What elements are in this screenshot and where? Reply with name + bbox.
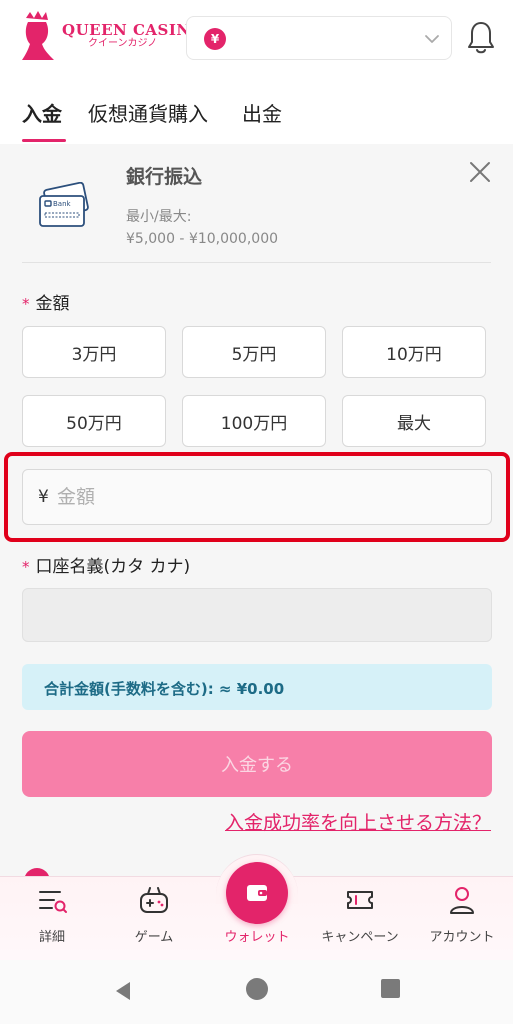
amount-input-field[interactable]: ¥ [22, 469, 492, 525]
gamepad-icon [140, 887, 168, 913]
recent-apps-icon[interactable] [381, 979, 400, 998]
bank-icon-text: Bank [53, 200, 72, 208]
nav-wallet-label: ウォレット [224, 930, 290, 945]
nav-games[interactable]: ゲーム [104, 884, 204, 945]
yen-prefix: ¥ [38, 487, 49, 507]
close-icon[interactable] [468, 160, 492, 184]
deposit-submit-button[interactable]: 入金する [22, 731, 492, 797]
currency-select[interactable]: ¥ [186, 16, 452, 60]
back-icon[interactable] [112, 980, 134, 1002]
payment-tabs: 入金 仮想通貨購入 出金 [0, 78, 513, 144]
preset-max-button[interactable]: 最大 [342, 395, 486, 447]
active-tab-indicator [22, 139, 66, 142]
payment-method-panel: Bank 銀行振込 最小/最大: ¥5,000 - ¥10,000,000 [0, 144, 513, 264]
nav-account[interactable]: アカウント [412, 884, 512, 945]
preset-50k-button[interactable]: 5万円 [182, 326, 326, 378]
divider [22, 262, 491, 263]
nav-account-label: アカウント [429, 930, 495, 945]
tab-deposit[interactable]: 入金 [22, 98, 62, 127]
account-name-input[interactable] [22, 588, 492, 642]
required-mark: * [22, 558, 30, 576]
nav-details-label: 詳細 [38, 930, 65, 945]
menu-search-icon [39, 891, 67, 913]
ticket-icon [347, 891, 373, 909]
bell-icon[interactable] [466, 20, 496, 56]
nav-wallet[interactable]: ウォレット [207, 884, 307, 945]
nav-details[interactable]: 詳細 [2, 884, 102, 945]
preset-100k-button[interactable]: 10万円 [342, 326, 486, 378]
nav-games-label: ゲーム [134, 930, 174, 945]
amount-label: * 金額 [22, 289, 70, 314]
total-amount-bar: 合計金額(手数料を含む): ≈ ¥0.00 [22, 664, 492, 710]
tab-withdraw[interactable]: 出金 [242, 98, 282, 127]
home-icon[interactable] [246, 978, 268, 1000]
method-title: 銀行振込 [126, 166, 203, 188]
limits-label: 最小/最大: [126, 209, 192, 225]
account-name-label-text: 口座名義(カタ カナ) [35, 557, 191, 577]
nav-campaign[interactable]: キャンペーン [310, 884, 410, 945]
queen-crown-icon [22, 11, 54, 60]
help-link[interactable]: 入金成功率を向上させる方法？ [225, 808, 491, 835]
app-header: QUEEN CASINO クイーンカジノ ¥ [0, 0, 513, 78]
logo-text-en: QUEEN CASINO [62, 21, 205, 39]
preset-1m-button[interactable]: 100万円 [182, 395, 326, 447]
tab-crypto-purchase[interactable]: 仮想通貨購入 [88, 98, 208, 127]
preset-500k-button[interactable]: 50万円 [22, 395, 166, 447]
amount-label-text: 金額 [35, 294, 70, 314]
yen-currency-icon: ¥ [204, 28, 226, 50]
amount-input[interactable] [57, 480, 477, 514]
preset-30k-button[interactable]: 3万円 [22, 326, 166, 378]
user-icon [450, 887, 474, 914]
required-mark: * [22, 295, 30, 313]
bank-card-icon: Bank [39, 182, 89, 227]
nav-campaign-label: キャンペーン [321, 930, 399, 945]
queen-casino-logo[interactable]: QUEEN CASINO クイーンカジノ [18, 10, 204, 62]
limits-range: ¥5,000 - ¥10,000,000 [126, 231, 279, 247]
chevron-down-icon [425, 35, 439, 43]
account-name-label: * 口座名義(カタ カナ) [22, 552, 190, 577]
